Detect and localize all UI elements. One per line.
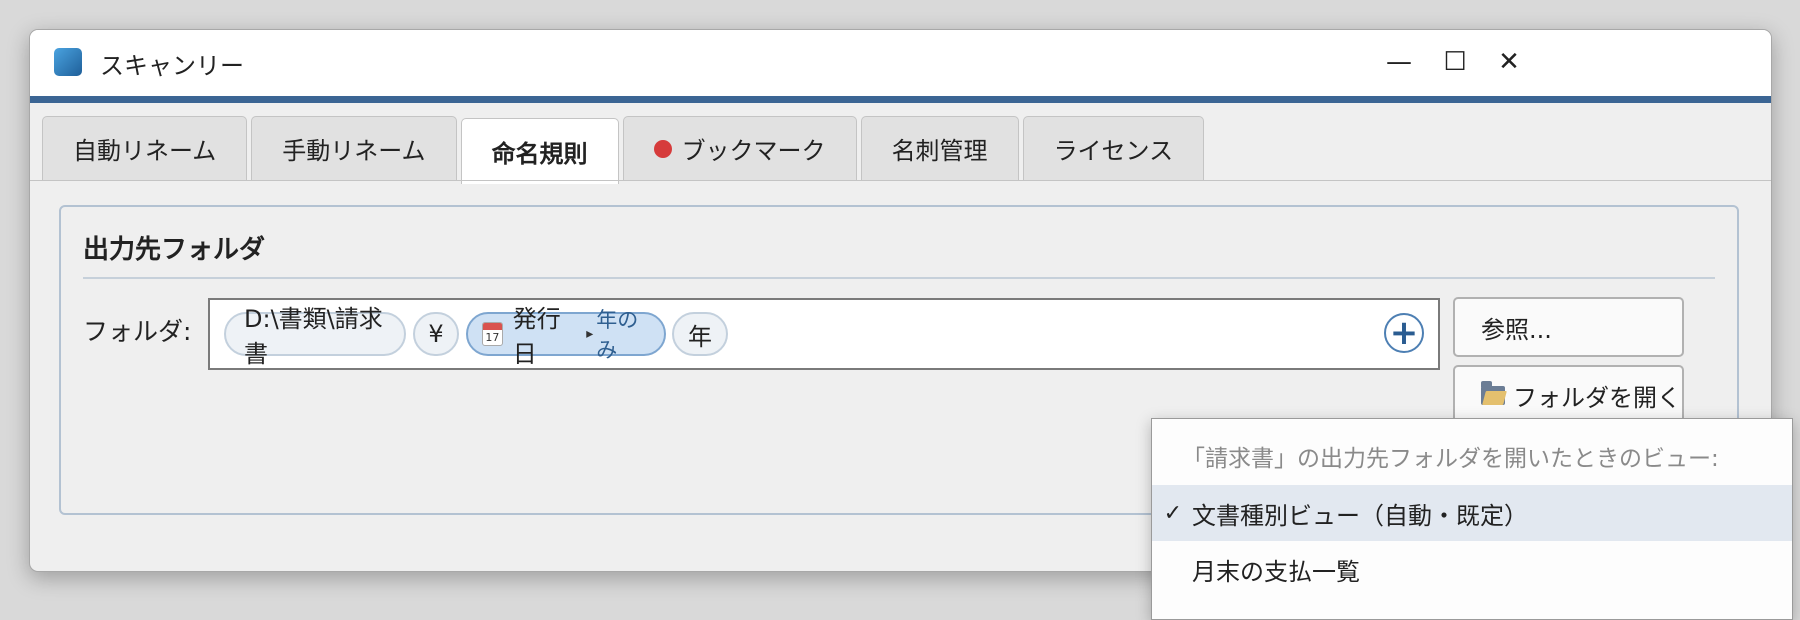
tab-label: 手動リネーム [282,137,426,165]
menu-item-document-type-view[interactable]: ✓ 文書種別ビュー（自動・既定） [1152,485,1792,541]
check-icon: ✓ [1163,500,1182,526]
path-chip[interactable]: D:\書類\請求書 [224,305,406,368]
minimize-button[interactable]: — [1378,42,1420,82]
tab-bookmark[interactable]: ブックマーク [622,116,857,180]
tab-naming-rules[interactable]: 命名規則 [460,118,619,184]
tab-divider [30,180,1771,181]
separator-chip[interactable]: ¥ [413,312,459,356]
folder-open-icon [1481,380,1505,405]
browse-button[interactable]: 参照... [1453,297,1684,357]
tab-manual-rename[interactable]: 手動リネーム [251,116,457,180]
close-button[interactable]: ✕ [1488,42,1530,82]
accent-bar [30,96,1771,103]
dropdown-header: 「請求書」の出力先フォルダを開いたときのビュー: [1182,446,1719,472]
tab-label: 名刺管理 [891,137,988,165]
chip-label: 発行日 [512,305,561,368]
button-label: フォルダを開く [1513,383,1681,412]
app-icon [54,48,82,76]
folder-label: フォルダ: [83,317,192,346]
caret-right-icon: ▸ [586,326,594,342]
tab-license[interactable]: ライセンス [1022,116,1205,180]
title-bar[interactable]: スキャンリー — ☐ ✕ [30,30,1771,96]
year-chip[interactable]: 年 [672,312,728,356]
tab-label: ブックマーク [681,137,826,165]
calendar-icon: 17 [482,322,503,346]
tab-label: 命名規則 [491,140,588,168]
open-folder-button[interactable]: フォルダを開く [1453,365,1684,425]
maximize-button[interactable]: ☐ [1434,42,1476,82]
bookmark-indicator-icon [653,139,672,158]
chip-label: 年 [688,322,712,351]
chip-label: ¥ [428,320,444,348]
tab-label: ライセンス [1053,137,1174,165]
tab-label: 自動リネーム [73,137,217,165]
chip-option: 年のみ [596,308,639,362]
group-title: 出力先フォルダ [83,235,266,265]
folder-path-field[interactable]: D:\書類\請求書 ¥ 17 発行日 ▸ 年のみ 年 + [208,298,1440,370]
chip-label: D:\書類\請求書 [244,305,383,368]
view-dropdown-menu: 「請求書」の出力先フォルダを開いたときのビュー: ✓ 文書種別ビュー（自動・既定… [1151,418,1793,620]
group-divider [83,277,1715,279]
add-token-button[interactable]: + [1384,313,1424,353]
tab-auto-rename[interactable]: 自動リネーム [42,116,248,180]
menu-item-label: 月末の支払一覧 [1192,557,1360,586]
window-title: スキャンリー [100,52,244,80]
tab-bar: 自動リネーム 手動リネーム 命名規則 ブックマーク 名刺管理 ライセンス [42,116,1205,184]
issue-date-chip[interactable]: 17 発行日 ▸ 年のみ [466,305,666,368]
tab-business-cards[interactable]: 名刺管理 [860,116,1019,180]
button-label: 参照... [1481,315,1552,344]
menu-item-month-end-payments[interactable]: 月末の支払一覧 [1152,541,1792,597]
menu-item-label: 文書種別ビュー（自動・既定） [1192,501,1528,530]
calendar-day: 17 [485,331,500,344]
